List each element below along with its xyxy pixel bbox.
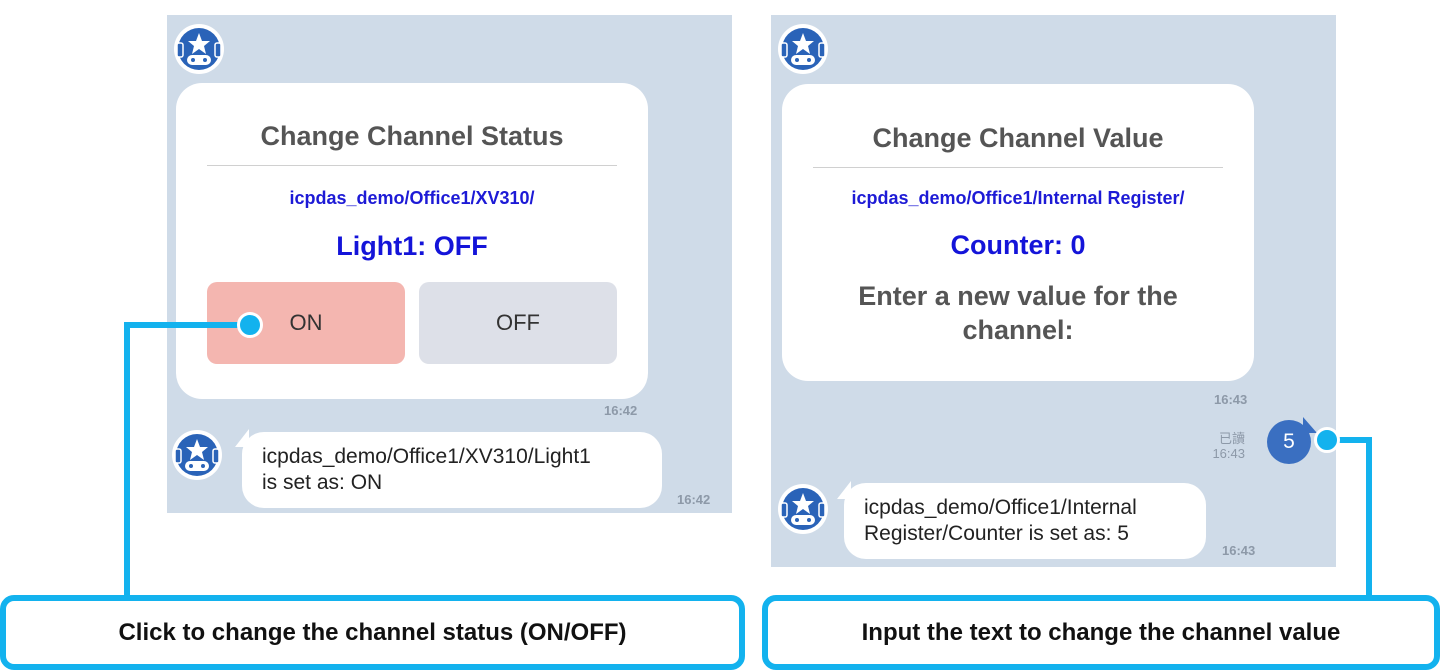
reply-line: icpdas_demo/Office1/Internal (864, 496, 1137, 519)
reply-line: Register/Counter is set as: 5 (864, 522, 1129, 545)
callout-text: Click to change the channel status (ON/O… (118, 619, 627, 646)
bot-reply-bubble: icpdas_demo/Office1/XV310/Light1 is set … (242, 432, 662, 508)
card-title: Change Channel Status (260, 121, 564, 151)
card-title: Change Channel Value (872, 123, 1164, 153)
message-time: 16:42 (677, 492, 711, 507)
value-card: Change Channel Value icpdas_demo/Office1… (782, 84, 1254, 381)
bot-avatar-icon (172, 430, 222, 480)
chat-panel-right: Change Channel Value icpdas_demo/Office1… (771, 15, 1336, 567)
read-label: 已讀 (1218, 431, 1245, 446)
bot-avatar-icon (778, 24, 828, 74)
callout-dot (1314, 427, 1340, 453)
message-time: 16:43 (1222, 543, 1256, 558)
bot-avatar-icon (174, 24, 224, 74)
callout-connector (124, 322, 130, 598)
reply-line: icpdas_demo/Office1/XV310/Light1 (262, 445, 591, 468)
prompt-line: channel: (962, 315, 1074, 345)
channel-status: Counter: 0 (950, 230, 1086, 260)
read-time: 16:43 (1212, 446, 1245, 461)
callout-dot (237, 312, 263, 338)
channel-path: icpdas_demo/Office1/Internal Register/ (851, 188, 1185, 208)
callout-box-left: Click to change the channel status (ON/O… (0, 595, 745, 670)
callout-connector (1366, 437, 1372, 598)
off-button[interactable]: OFF (419, 282, 617, 364)
reply-line: is set as: ON (262, 471, 383, 494)
prompt-line: Enter a new value for the (858, 281, 1178, 311)
message-time: 16:43 (1214, 392, 1248, 407)
bot-reply-bubble: icpdas_demo/Office1/Internal Register/Co… (844, 483, 1206, 559)
callout-box-right: Input the text to change the channel val… (762, 595, 1440, 670)
divider (207, 165, 617, 166)
divider (813, 167, 1223, 168)
status-card: Change Channel Status icpdas_demo/Office… (176, 83, 648, 399)
bubble-tail (1303, 417, 1317, 433)
callout-text: Input the text to change the channel val… (861, 619, 1341, 646)
bot-avatar-icon (778, 484, 828, 534)
chat-panel-left: Change Channel Status icpdas_demo/Office… (167, 15, 732, 513)
read-receipt: 已讀 16:43 (1207, 431, 1245, 461)
channel-path: icpdas_demo/Office1/XV310/ (289, 188, 535, 208)
message-time: 16:42 (604, 403, 638, 418)
channel-status: Light1: OFF (336, 231, 488, 261)
